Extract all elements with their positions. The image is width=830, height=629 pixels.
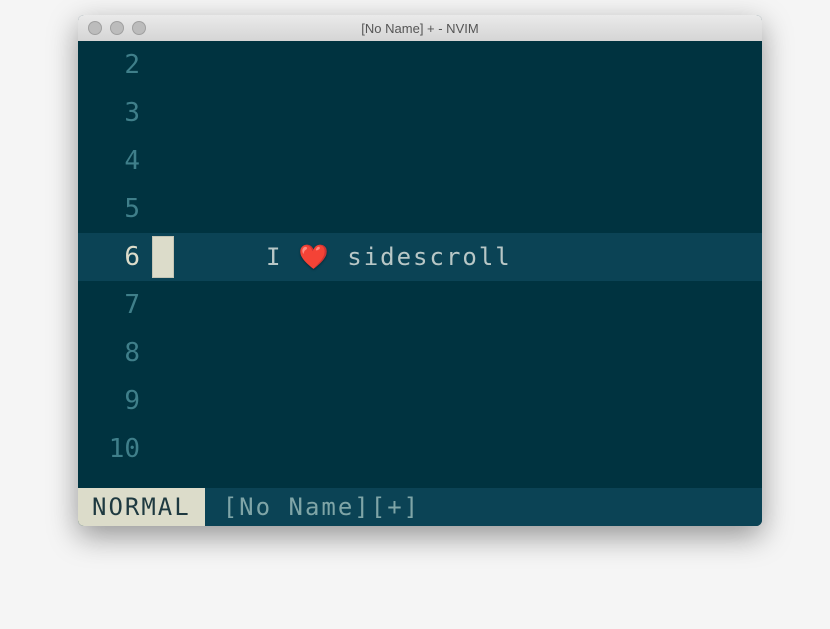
- line-number: 5: [78, 196, 150, 222]
- editor-row[interactable]: 2: [78, 41, 762, 89]
- line-number: 4: [78, 148, 150, 174]
- line-number: 10: [78, 436, 150, 462]
- heart-icon: ❤️: [299, 245, 331, 269]
- minimize-button[interactable]: [110, 21, 124, 35]
- file-info: [No Name][+]: [205, 488, 420, 526]
- editor-lines[interactable]: 2 3 4 5 6 I: [78, 41, 762, 488]
- cursor-slot: [152, 380, 174, 422]
- text-segment: sidescroll: [331, 245, 512, 269]
- text-segment: I: [266, 245, 299, 269]
- vim-mode-indicator: NORMAL: [78, 488, 205, 526]
- window-titlebar: [No Name] + - NVIM: [78, 15, 762, 41]
- window-title: [No Name] + - NVIM: [78, 21, 762, 36]
- close-button[interactable]: [88, 21, 102, 35]
- editor-area[interactable]: 2 3 4 5 6 I: [78, 41, 762, 526]
- traffic-lights: [88, 21, 146, 35]
- cursor-block: [152, 236, 174, 278]
- editor-row[interactable]: 5: [78, 185, 762, 233]
- terminal-window: [No Name] + - NVIM 2 3 4 5: [78, 15, 762, 526]
- cursor-slot: [152, 332, 174, 374]
- editor-row[interactable]: 8: [78, 329, 762, 377]
- cursor-slot: [152, 284, 174, 326]
- editor-row[interactable]: 3: [78, 89, 762, 137]
- cursor-slot: [152, 44, 174, 86]
- editor-row[interactable]: 10: [78, 425, 762, 473]
- editor-row-current[interactable]: 6 I ❤️ sidescroll: [78, 233, 762, 281]
- editor-row[interactable]: 9: [78, 377, 762, 425]
- line-number: 9: [78, 388, 150, 414]
- cursor-slot: [152, 428, 174, 470]
- zoom-button[interactable]: [132, 21, 146, 35]
- line-content[interactable]: I ❤️ sidescroll: [174, 245, 762, 269]
- cursor-slot: [152, 92, 174, 134]
- line-number: 7: [78, 292, 150, 318]
- cursor-slot: [152, 140, 174, 182]
- status-bar: NORMAL [No Name][+]: [78, 488, 762, 526]
- editor-row[interactable]: 7: [78, 281, 762, 329]
- cursor-slot: [152, 188, 174, 230]
- editor-row[interactable]: 4: [78, 137, 762, 185]
- line-number: 2: [78, 52, 150, 78]
- line-number: 3: [78, 100, 150, 126]
- line-number: 8: [78, 340, 150, 366]
- line-number: 6: [78, 244, 150, 270]
